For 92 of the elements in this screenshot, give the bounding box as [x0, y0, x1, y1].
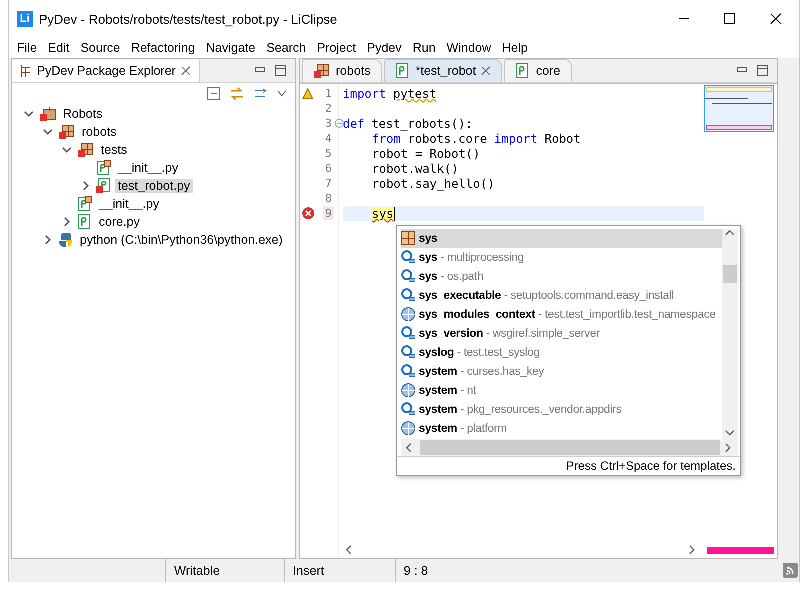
completion-item[interactable]: system - curses.has_key [401, 362, 722, 381]
menu-item[interactable]: Edit [48, 41, 70, 55]
globe-icon [401, 421, 416, 436]
tree-item[interactable]: __init__.py [96, 197, 162, 211]
menu-item[interactable]: Pydev [367, 41, 402, 55]
line-number: 3 [324, 117, 333, 130]
editor-tab[interactable]: *test_robot [384, 59, 502, 82]
completion-item[interactable]: sys_modules_context - test.test_importlib.test_namespace [401, 305, 722, 324]
completion-item[interactable]: sys - os.path [401, 267, 722, 286]
completion-item[interactable]: system - nt [401, 381, 722, 400]
tree-item[interactable]: python (C:\bin\Python36\python.exe) [77, 233, 286, 247]
line-number: 8 [324, 192, 333, 205]
completion-hint: Press Ctrl+Space for templates. [397, 456, 740, 475]
completion-item[interactable]: sys_version - wsgiref.simple_server [401, 324, 722, 343]
completion-item[interactable]: system - platform [401, 419, 722, 438]
package-icon [313, 63, 331, 79]
minimize-icon[interactable] [255, 67, 267, 75]
menu-item[interactable]: File [17, 41, 38, 55]
line-number: 5 [324, 147, 333, 160]
code-line: from robots.core import Robot [372, 132, 581, 146]
minimize-icon[interactable] [737, 67, 749, 75]
line-number: 4 [324, 132, 333, 145]
globe-icon [401, 307, 416, 322]
close-icon[interactable] [180, 66, 191, 76]
scrollbar-thumb[interactable] [723, 265, 737, 283]
chevron-right-icon[interactable] [81, 181, 91, 191]
view-menu-icon[interactable] [277, 90, 287, 98]
python-file-icon [394, 63, 411, 79]
module-icon [401, 250, 416, 265]
editor-tab[interactable]: core [504, 59, 572, 82]
status-field: Writable [165, 559, 284, 582]
completion-item[interactable]: system - pkg_resources._vendor.appdirs [401, 400, 722, 419]
module-icon [401, 269, 416, 284]
maximize-icon[interactable] [275, 65, 287, 77]
python-file-icon [515, 63, 532, 79]
code-line: robot.say_hello() [372, 176, 495, 190]
text-cursor [394, 206, 395, 220]
maximize-icon[interactable] [757, 65, 769, 77]
menu-item[interactable]: Run [412, 41, 436, 55]
package-icon [401, 231, 416, 246]
overview-marker[interactable] [707, 547, 774, 554]
python-file-icon [77, 196, 93, 212]
tree-item[interactable]: test_robot.py [115, 179, 194, 193]
view-tab[interactable]: PyDev Package Explorer [12, 60, 200, 82]
menu-item[interactable]: Search [266, 41, 306, 55]
feed-icon[interactable] [783, 563, 799, 579]
globe-icon [401, 383, 416, 398]
completion-item[interactable]: sys [401, 229, 722, 248]
tree-item[interactable]: robots [79, 125, 120, 139]
tree-item[interactable]: Robots [60, 107, 106, 121]
module-icon [401, 364, 416, 379]
module-icon [401, 345, 416, 360]
module-icon [401, 326, 416, 341]
completion-item[interactable]: syslog - test.test_syslog [401, 343, 722, 362]
window-title: PyDev - Robots/robots/tests/test_robot.py - LiClipse [39, 12, 338, 26]
collapse-all-icon[interactable] [207, 87, 221, 101]
line-number: 9 [323, 207, 334, 220]
package-icon [58, 124, 76, 140]
menu-item[interactable]: Source [80, 41, 120, 55]
menu-item[interactable]: Project [317, 41, 356, 55]
code-line: import pytest [343, 86, 437, 100]
code-line: robot.walk() [372, 162, 459, 176]
python-file-icon [96, 178, 112, 194]
status-field: Insert [284, 559, 395, 582]
project-icon [39, 106, 57, 122]
completion-item[interactable]: sys_executable - setuptools.command.easy_install [401, 286, 722, 305]
module-icon [401, 288, 416, 303]
package-icon [77, 142, 95, 158]
line-number: 1 [324, 87, 333, 100]
menu-item[interactable]: Help [502, 41, 528, 55]
line-number: 2 [324, 102, 333, 115]
link-arrows-icon[interactable] [229, 87, 245, 101]
editor-tab[interactable]: robots [302, 59, 382, 82]
code-line: def test_robots(): [343, 116, 473, 130]
menu-item[interactable]: Window [446, 41, 492, 55]
code-line: robot = Robot() [372, 146, 480, 160]
python-file-icon [77, 214, 93, 230]
tree-item[interactable]: tests [98, 143, 130, 157]
line-number: 7 [324, 177, 333, 190]
python-file-icon [96, 160, 112, 176]
completion-item[interactable]: sys - multiprocessing [401, 248, 722, 267]
tree-item[interactable]: core.py [96, 215, 143, 229]
app-logo: Li [17, 11, 33, 27]
package-icon [20, 64, 32, 78]
menu-item[interactable]: Refactoring [131, 41, 196, 55]
view-title: PyDev Package Explorer [37, 64, 176, 78]
module-icon [401, 402, 416, 417]
menu-item[interactable]: Navigate [206, 41, 256, 55]
scrollbar-thumb[interactable] [420, 440, 720, 455]
line-number: 6 [324, 162, 333, 175]
python-logo-icon [58, 232, 74, 248]
tree-item[interactable]: __init__.py [115, 161, 182, 175]
